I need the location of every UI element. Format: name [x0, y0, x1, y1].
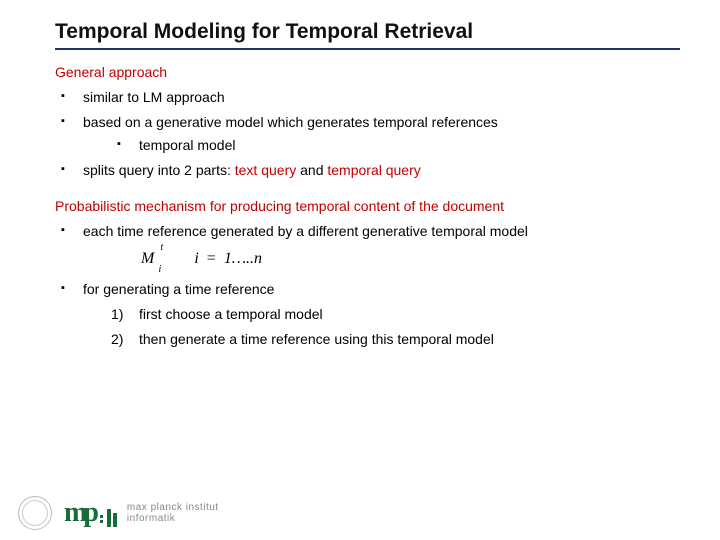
- footer: mp max planck institut informatik: [18, 496, 219, 530]
- math-model-symbol: M t i: [141, 248, 154, 270]
- math-range-vals: 1…..n: [224, 250, 262, 267]
- math-subscript: i: [159, 263, 162, 277]
- slide: Temporal Modeling for Temporal Retrieval…: [0, 0, 720, 540]
- bullet-item: splits query into 2 parts: text query an…: [55, 161, 680, 180]
- math-range: i = 1…..n: [194, 248, 262, 270]
- bullet-list-1: similar to LM approach based on a genera…: [55, 88, 680, 180]
- bullet-item: for generating a time reference 1) first…: [55, 280, 680, 349]
- slide-title: Temporal Modeling for Temporal Retrieval: [55, 20, 680, 44]
- sub-bullet-item: temporal model: [111, 136, 680, 155]
- section-heading-probabilistic: Probabilistic mechanism for producing te…: [55, 198, 680, 214]
- mpi-line2: informatik: [127, 513, 219, 524]
- bullet-text-highlight: text query: [235, 162, 296, 178]
- math-superscript: t: [161, 241, 164, 255]
- numbered-item: 1) first choose a temporal model: [111, 305, 680, 324]
- bullet-text-part: splits query into 2 parts:: [83, 162, 235, 178]
- numbered-list: 1) first choose a temporal model 2) then…: [111, 305, 680, 349]
- math-M: M: [141, 250, 154, 267]
- mpi-logo-icon: mp: [64, 499, 117, 527]
- math-i: i: [194, 250, 198, 267]
- bullet-text: for generating a time reference: [83, 281, 274, 297]
- bullet-text-highlight: temporal query: [327, 162, 420, 178]
- bullet-item: each time reference generated by a diffe…: [55, 222, 680, 270]
- math-equals: =: [203, 250, 220, 267]
- bullet-text: based on a generative model which genera…: [83, 114, 498, 130]
- bullet-text: each time reference generated by a diffe…: [83, 223, 528, 239]
- number-mark: 2): [111, 330, 135, 349]
- title-rule: [55, 48, 680, 50]
- bullet-text-part: and: [296, 162, 327, 178]
- seal-icon: [18, 496, 52, 530]
- bullet-list-2: each time reference generated by a diffe…: [55, 222, 680, 349]
- mpi-branding: mp max planck institut informatik: [64, 499, 219, 527]
- section-heading-general: General approach: [55, 64, 680, 80]
- numbered-text: first choose a temporal model: [139, 306, 323, 322]
- bullet-item: similar to LM approach: [55, 88, 680, 107]
- mpi-line1: max planck institut: [127, 502, 219, 513]
- number-mark: 1): [111, 305, 135, 324]
- numbered-text: then generate a time reference using thi…: [139, 331, 494, 347]
- mpi-text: max planck institut informatik: [127, 502, 219, 524]
- bullet-item: based on a generative model which genera…: [55, 113, 680, 155]
- sub-bullet-list: temporal model: [111, 136, 680, 155]
- math-expression: M t i i = 1…..n: [141, 248, 680, 270]
- numbered-item: 2) then generate a time reference using …: [111, 330, 680, 349]
